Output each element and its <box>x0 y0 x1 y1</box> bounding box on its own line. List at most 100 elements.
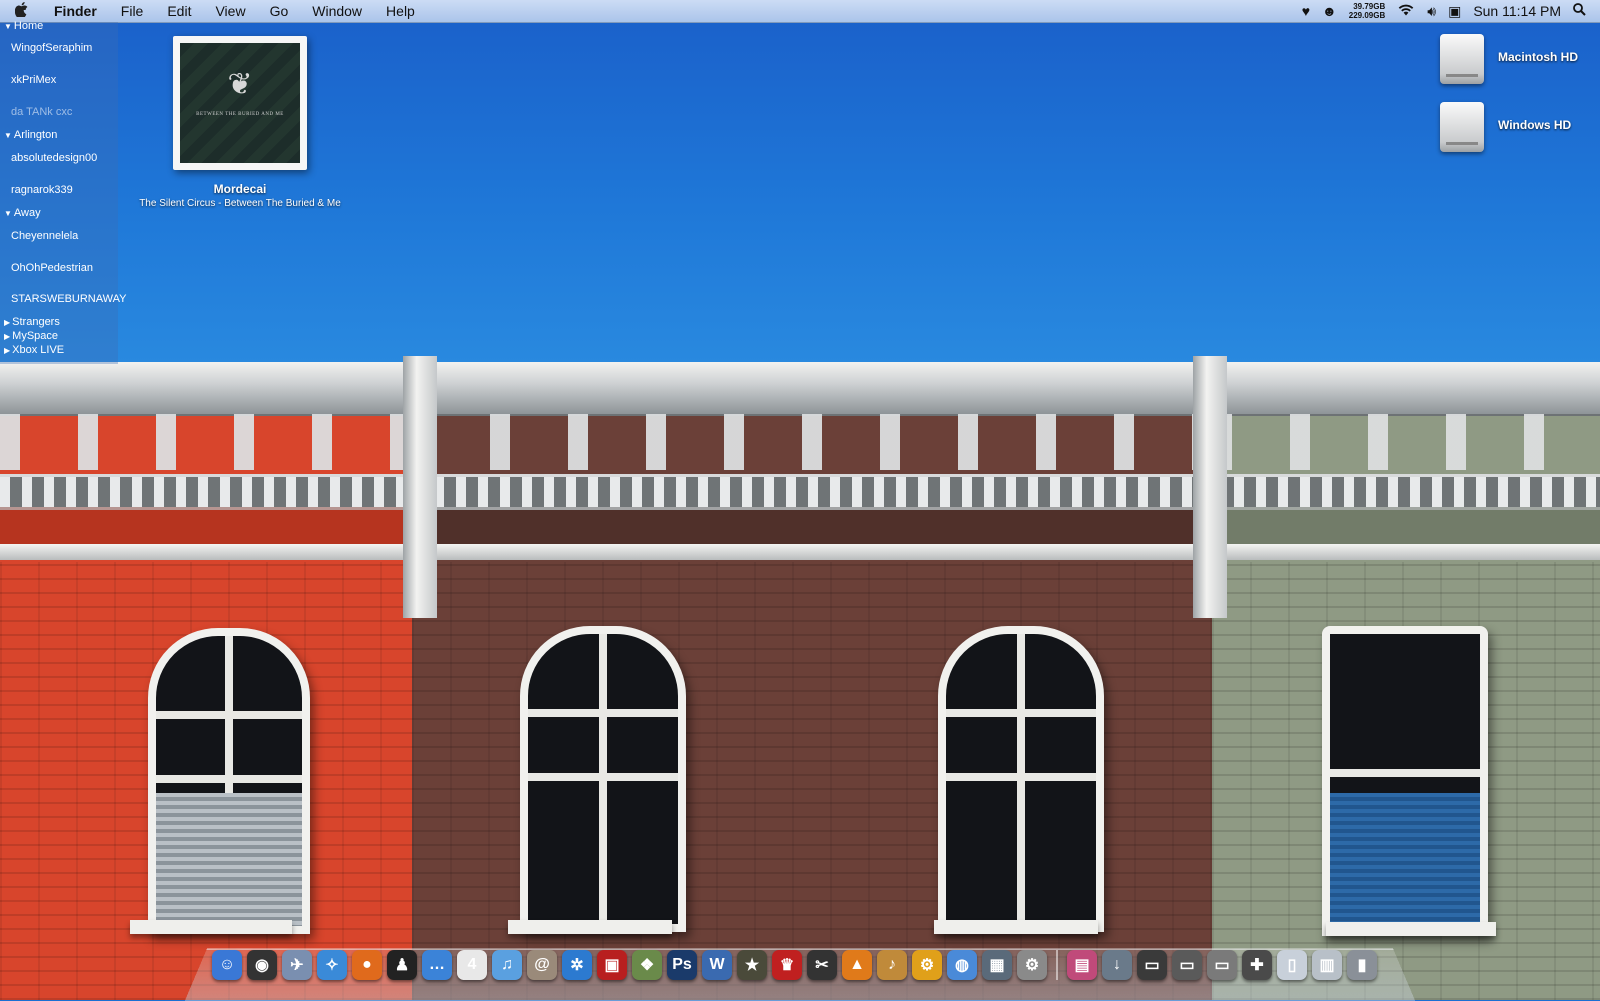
group-header-myspace[interactable]: ▶ MySpace <box>4 330 58 342</box>
group-header-xbox-live[interactable]: ▶ Xbox LIVE <box>4 344 64 356</box>
menu-clock[interactable]: Sun 11:14 PM <box>1473 3 1561 19</box>
wifi-icon[interactable] <box>1397 3 1415 19</box>
album-cover-caption: BETWEEN THE BURIED AND ME <box>196 112 284 117</box>
pictures-folder-icon[interactable]: ▭ <box>1207 950 1237 980</box>
window <box>1322 626 1488 936</box>
disclosure-expanded-icon: ▼ <box>4 131 12 140</box>
menu-extras: ♥ ☻ 39.79GB 229.09GB 🔊︎ ▣ Sun 11:14 PM <box>1302 2 1600 20</box>
disk-used: 39.79GB <box>1349 2 1385 11</box>
games-folder-icon[interactable]: ✚ <box>1242 950 1272 980</box>
monitor-face-icon[interactable]: ☻ <box>1322 3 1337 19</box>
menu-window[interactable]: Window <box>300 0 374 22</box>
buddy-item-idle[interactable]: da TANk cxc <box>11 106 72 118</box>
disclosure-collapsed-icon: ▶ <box>4 318 10 327</box>
dentils <box>412 414 1212 470</box>
menu-go[interactable]: Go <box>258 0 301 22</box>
safari-icon[interactable]: ✧ <box>317 950 347 980</box>
window <box>938 626 1104 932</box>
group-header-home[interactable]: ▼ Home <box>4 20 43 32</box>
ledge <box>1212 544 1600 560</box>
album-flower-icon: ❦ <box>180 67 300 102</box>
time-machine-icon[interactable]: ▣ <box>1448 3 1461 20</box>
disk-usage-readout[interactable]: 39.79GB 229.09GB <box>1349 2 1385 20</box>
pilaster <box>403 356 437 618</box>
garageband-icon[interactable]: ♪ <box>877 950 907 980</box>
ichat-icon[interactable]: … <box>422 950 452 980</box>
window-sill <box>508 920 672 934</box>
front-row-icon[interactable]: ♛ <box>772 950 802 980</box>
upper-band <box>0 507 412 544</box>
drive-macintosh-hd[interactable]: Macintosh HD <box>1440 34 1590 86</box>
system-prefs-gear-icon[interactable]: ⚙ <box>912 950 942 980</box>
menu-finder[interactable]: Finder <box>42 0 109 22</box>
documents-folder-icon[interactable]: ▭ <box>1137 950 1167 980</box>
album-art-widget[interactable]: ❦ BETWEEN THE BURIED AND ME <box>173 36 307 170</box>
document-icon[interactable]: ▯ <box>1277 950 1307 980</box>
pilaster <box>1193 356 1227 618</box>
ledge <box>412 544 1212 560</box>
system-preferences-icon[interactable]: ⚙ <box>1017 950 1047 980</box>
dashboard-icon[interactable]: ◉ <box>247 950 277 980</box>
heart-icon[interactable]: ♥ <box>1302 3 1310 19</box>
final-cut-icon[interactable]: ✂ <box>807 950 837 980</box>
disclosure-collapsed-icon: ▶ <box>4 346 10 355</box>
expose-spaces-icon[interactable]: ▦ <box>982 950 1012 980</box>
window-sill <box>130 920 292 934</box>
mail-icon[interactable]: ✈ <box>282 950 312 980</box>
dentils <box>1212 414 1600 470</box>
window-blind <box>1330 793 1480 928</box>
window <box>148 628 310 934</box>
firefox-icon[interactable]: ● <box>352 950 382 980</box>
buddy-list-panel: ▼ Home WingofSeraphim xkPriMex da TANk cx… <box>0 22 118 364</box>
address-book-icon[interactable]: @ <box>527 950 557 980</box>
drive-windows-hd[interactable]: Windows HD <box>1440 102 1590 154</box>
ical-icon[interactable]: 4 <box>457 950 487 980</box>
downloads-stack-icon[interactable]: ↓ <box>1102 950 1132 980</box>
trash-icon[interactable]: ▮ <box>1347 950 1377 980</box>
album-cover: ❦ BETWEEN THE BURIED AND ME <box>180 43 300 163</box>
group-header-away[interactable]: ▼ Away <box>4 207 41 219</box>
movies-folder-icon[interactable]: ▭ <box>1172 950 1202 980</box>
disk-total: 229.09GB <box>1349 11 1385 20</box>
menu-help[interactable]: Help <box>374 0 427 22</box>
menu-file[interactable]: File <box>109 0 156 22</box>
menu-bar: Finder File Edit View Go Window Help ♥ ☻… <box>0 0 1600 23</box>
buddy-item[interactable]: absolutedesign00 <box>11 152 97 164</box>
spotlight-search-icon[interactable] <box>1573 3 1586 19</box>
buddy-item[interactable]: STARSWEBURNAWAY <box>11 293 127 305</box>
apple-menu-icon[interactable] <box>0 2 42 21</box>
volume-icon[interactable]: 🔊︎ <box>1427 3 1436 20</box>
frieze <box>412 474 1212 510</box>
upper-band <box>1212 507 1600 544</box>
transmission-icon[interactable]: ✲ <box>562 950 592 980</box>
buddy-item[interactable]: WingofSeraphim <box>11 42 92 54</box>
ledge <box>0 544 412 560</box>
group-header-strangers[interactable]: ▶ Strangers <box>4 316 60 328</box>
hard-drive-icon <box>1440 102 1484 152</box>
drive-label: Windows HD <box>1498 118 1571 132</box>
iphoto-icon[interactable]: ❖ <box>632 950 662 980</box>
vlc-icon[interactable]: ▲ <box>842 950 872 980</box>
buddy-item[interactable]: Cheyennelela <box>11 230 78 242</box>
disclosure-expanded-icon: ▼ <box>4 22 12 31</box>
buddy-item[interactable]: OhOhPedestrian <box>11 262 93 274</box>
photoshop-icon[interactable]: Ps <box>667 950 697 980</box>
spreadsheet-icon[interactable]: ▥ <box>1312 950 1342 980</box>
word-icon[interactable]: W <box>702 950 732 980</box>
adium-icon[interactable]: ♟ <box>387 950 417 980</box>
dock-separator <box>1056 950 1058 980</box>
imovie-icon[interactable]: ★ <box>737 950 767 980</box>
itunes-icon[interactable]: ♫ <box>492 950 522 980</box>
finder-icon[interactable]: ☺ <box>212 950 242 980</box>
photo-booth-icon[interactable]: ▣ <box>597 950 627 980</box>
now-playing-track: Mordecai <box>128 182 352 196</box>
buddy-item[interactable]: ragnarok339 <box>11 184 73 196</box>
buddy-item[interactable]: xkPriMex <box>11 74 56 86</box>
dock: ☺ ◉ ✈ ✧ ● ♟… 4 ♫ @ ✲ ▣ ❖ Ps W ★ ♛ ✂ ▲ ♪ ⚙ ◍ ▦ ⚙ ▤ ↓ ▭ ▭ ▭ ✚ ▯ ▥ ▮ <box>212 950 1377 980</box>
window-sill <box>1326 922 1496 936</box>
group-header-arlington[interactable]: ▼ Arlington <box>4 129 57 141</box>
menu-view[interactable]: View <box>203 0 257 22</box>
network-globe-icon[interactable]: ◍ <box>947 950 977 980</box>
menu-edit[interactable]: Edit <box>155 0 203 22</box>
applications-stack-icon[interactable]: ▤ <box>1067 950 1097 980</box>
